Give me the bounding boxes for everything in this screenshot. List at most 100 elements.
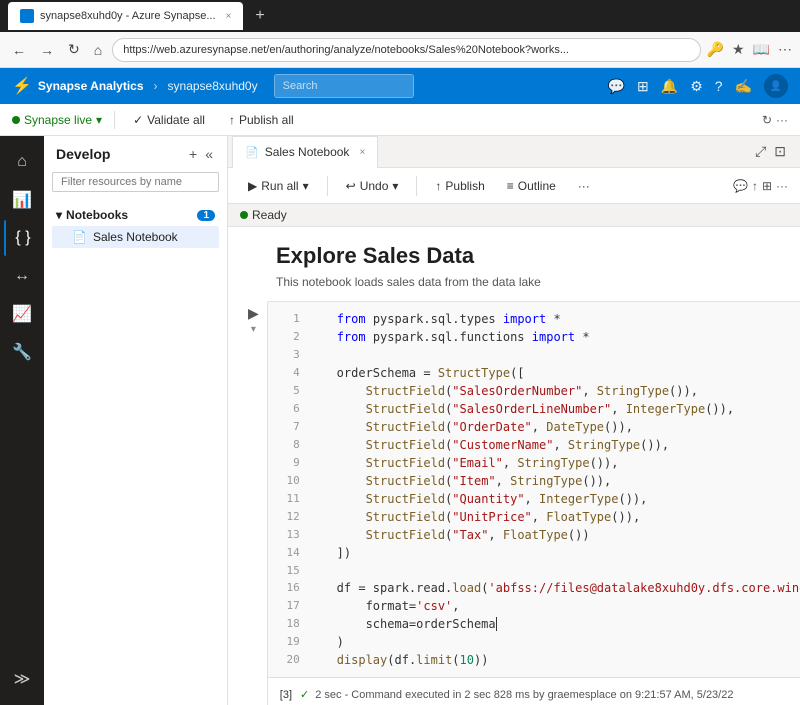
sidebar-monitor-icon[interactable]: 📈 [4, 296, 40, 332]
more-icon: ··· [578, 179, 590, 193]
chat-icon[interactable]: 💬 [608, 78, 625, 95]
validate-all-label: Validate all [147, 113, 205, 127]
help-icon[interactable]: ? [715, 78, 723, 94]
avatar[interactable]: 👤 [764, 74, 788, 98]
back-button[interactable]: ← [8, 38, 30, 62]
code-line-11: 11 StructField("Quantity", IntegerType()… [280, 490, 800, 508]
run-all-button[interactable]: ▶ Run all ▾ [240, 175, 317, 197]
bell-icon[interactable]: 🔔 [661, 78, 678, 95]
comment-nb-icon[interactable]: 💬 [733, 179, 748, 193]
browser-tab-active[interactable]: synapse8xuhd0y - Azure Synapse... × [8, 2, 243, 30]
grid-nb-icon[interactable]: ⊞ [762, 179, 772, 193]
tab-notebook-icon: 📄 [245, 146, 259, 159]
code-line-18: 18 schema=orderSchema [280, 615, 800, 633]
cell-content: 1 from pyspark.sql.types import * 2 from… [267, 301, 800, 705]
sidebar-data-icon[interactable]: 📊 [4, 182, 40, 218]
sidebar-panel: Develop + « ▾ Notebooks 1 📄 Sales Notebo… [44, 136, 228, 705]
code-line-7: 7 StructField("OrderDate", DateType()), [280, 418, 800, 436]
app-header: ⚡ Synapse Analytics › synapse8xuhd0y 💬 ⊞… [0, 68, 800, 104]
more-nb-icon[interactable]: ··· [776, 179, 788, 193]
add-resource-button[interactable]: + [187, 144, 199, 164]
refresh-notebook-icon[interactable]: ↻ [762, 113, 772, 127]
cell-output: [3] ✓ 2 sec - Command executed in 2 sec … [268, 677, 800, 705]
more-options-button[interactable]: ··· [570, 175, 598, 197]
notebook-description: This notebook loads sales data from the … [276, 275, 752, 289]
undo-icon: ↩ [346, 179, 356, 193]
code-line-12: 12 StructField("UnitPrice", FloatType())… [280, 508, 800, 526]
sidebar-home-icon[interactable]: ⌂ [4, 144, 40, 180]
collapse-sidebar-button[interactable]: « [203, 144, 215, 164]
code-line-2: 2 from pyspark.sql.functions import * [280, 328, 800, 346]
notebook-content: Explore Sales Data This notebook loads s… [228, 227, 800, 705]
notebook-top-toolbar: Synapse live ▾ ✓ Validate all ↑ Publish … [0, 104, 800, 136]
code-line-13: 13 StructField("Tax", FloatType()) [280, 526, 800, 544]
split-tab-icon[interactable]: ⊡ [772, 141, 788, 162]
run-all-chevron[interactable]: ▾ [303, 179, 309, 193]
publish-button[interactable]: ↑ Publish [427, 175, 492, 197]
sidebar-integrate-icon[interactable]: ↔ [4, 258, 40, 294]
forward-button[interactable]: → [36, 38, 58, 62]
browser-tab-label: synapse8xuhd0y - Azure Synapse... [40, 10, 216, 22]
address-bar[interactable] [112, 38, 700, 62]
code-line-19: 19 ) [280, 633, 800, 651]
reading-icon[interactable]: 📖 [753, 41, 770, 58]
cell-collapse-button[interactable]: ▾ [251, 324, 256, 335]
feedback-icon[interactable]: ✍ [735, 78, 752, 95]
tab-bar: 📄 Sales Notebook × ⤢ ⊡ [228, 136, 800, 168]
maximize-tab-icon[interactable]: ⤢ [753, 141, 768, 162]
run-icon: ▶ [248, 179, 257, 193]
undo-button[interactable]: ↩ Undo ▾ [338, 175, 407, 197]
synapse-logo-icon: ⚡ [12, 76, 32, 96]
breadcrumb-workspace[interactable]: synapse8xuhd0y [168, 79, 258, 93]
settings-icon[interactable]: ⚙ [690, 78, 703, 95]
code-line-20: 20 display(df.limit(10)) [280, 651, 800, 669]
cell-run-button[interactable]: ▶ [248, 305, 259, 322]
filter-input[interactable] [52, 172, 219, 192]
outline-button[interactable]: ≡ Outline [499, 175, 564, 197]
notebooks-count-badge: 1 [197, 210, 215, 221]
share-nb-icon[interactable]: ↑ [752, 179, 758, 193]
outline-label: Outline [518, 179, 556, 193]
refresh-button[interactable]: ↻ [64, 37, 84, 62]
sidebar-manage-icon[interactable]: 🔧 [4, 334, 40, 370]
code-editor[interactable]: 1 from pyspark.sql.types import * 2 from… [268, 302, 800, 677]
header-search-input[interactable] [274, 74, 414, 98]
sidebar-item-sales-notebook[interactable]: 📄 Sales Notebook [52, 226, 219, 248]
tab-close-button[interactable]: × [359, 147, 365, 158]
notebook-item-label: Sales Notebook [93, 230, 178, 244]
ready-dot-icon [240, 211, 248, 219]
grid-icon[interactable]: ⊞ [637, 78, 649, 95]
code-line-16: 16 df = spark.read.load('abfss://files@d… [280, 579, 800, 597]
more-toolbar-icon[interactable]: ··· [776, 113, 788, 127]
outline-icon: ≡ [507, 179, 514, 193]
synapse-live-chevron[interactable]: ▾ [96, 113, 102, 127]
notebook-icon: 📄 [72, 230, 87, 244]
run-all-label: Run all [261, 179, 298, 193]
browser-tab-close[interactable]: × [226, 11, 232, 22]
publish-notebook-icon: ↑ [435, 179, 441, 193]
new-tab-button[interactable]: + [255, 7, 264, 25]
nb-separator-2 [416, 176, 417, 196]
code-line-6: 6 StructField("SalesOrderLineNumber", In… [280, 400, 800, 418]
browser-settings-icon[interactable]: ⋯ [778, 41, 792, 58]
undo-chevron[interactable]: ▾ [392, 179, 398, 193]
notebooks-section-header[interactable]: ▾ Notebooks 1 [52, 204, 219, 226]
sidebar-notebooks-section: ▾ Notebooks 1 📄 Sales Notebook [44, 200, 227, 252]
tab-sales-notebook[interactable]: 📄 Sales Notebook × [232, 136, 378, 168]
extensions-icon[interactable]: 🔑 [707, 41, 724, 58]
sidebar-develop-icon[interactable]: { } [4, 220, 40, 256]
favorites-icon[interactable]: ★ [732, 41, 745, 58]
cell-body: ▶ ▾ 1 from pyspark.sql.types import * 2 [248, 301, 780, 705]
validate-all-button[interactable]: ✓ Validate all [127, 111, 211, 129]
synapse-live-indicator[interactable]: Synapse live ▾ [12, 113, 102, 127]
sidebar-expand-icon[interactable]: ≫ [4, 661, 40, 697]
content-area: 📄 Sales Notebook × ⤢ ⊡ ▶ Run all ▾ ↩ Und… [228, 136, 800, 705]
home-button[interactable]: ⌂ [90, 38, 106, 62]
chevron-down-icon: ▾ [56, 208, 62, 222]
publish-all-button[interactable]: ↑ Publish all [223, 111, 300, 129]
publish-all-label: Publish all [239, 113, 294, 127]
cell-execution-num: [3] [280, 689, 292, 701]
sidebar-title: Develop [56, 146, 110, 162]
browser-nav-bar: ← → ↻ ⌂ 🔑 ★ 📖 ⋯ [0, 32, 800, 68]
toolbar-separator [114, 111, 115, 129]
